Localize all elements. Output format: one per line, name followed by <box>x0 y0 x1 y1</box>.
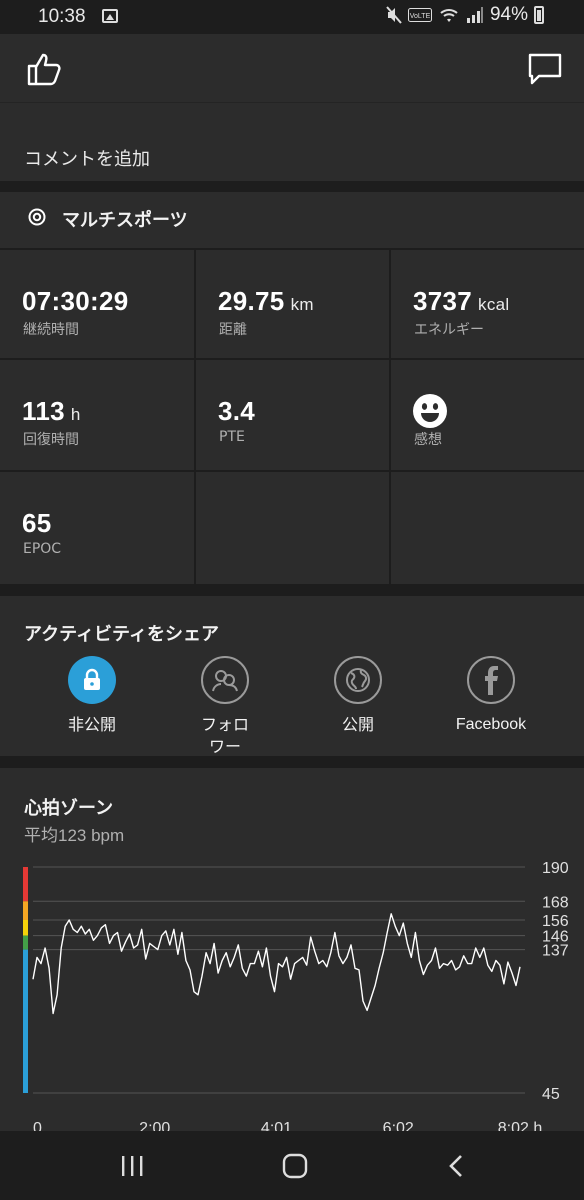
distance-label: 距離 <box>219 322 247 338</box>
energy-label: エネルギー <box>414 322 484 338</box>
energy-value: 3737 <box>413 286 473 316</box>
distance-unit: km <box>290 295 314 314</box>
x-tick-label: 8:02 h <box>498 1120 542 1131</box>
energy-unit: kcal <box>478 295 510 314</box>
battery-icon <box>534 6 544 24</box>
share-followers-label: フォロ ワー <box>200 715 249 756</box>
stat-epoc: 65 EPOC <box>0 472 196 584</box>
volte-icon: VoLTE <box>407 8 432 22</box>
share-public-label: 公開 <box>341 715 374 734</box>
heart-rate-title: 心拍ゾーン <box>24 798 114 819</box>
y-tick-label: 45 <box>542 1086 560 1103</box>
add-comment-placeholder: コメントを追加 <box>24 149 150 170</box>
status-time: 10:38 <box>38 6 86 27</box>
heart-rate-chart: 190168156146137450 2:00 4:01 6:02 8:02 h <box>23 860 569 1131</box>
heart-rate-average: 平均123 bpm <box>24 826 125 845</box>
share-activity-card: アクティビティをシェア 非公開 フォロ ワー 公開 Facebook <box>0 596 584 756</box>
y-tick-label: 168 <box>542 894 569 911</box>
status-right: VoLTE 94% <box>386 4 544 26</box>
recovery-value: 113 <box>22 396 65 426</box>
thumbs-up-icon[interactable] <box>26 51 64 87</box>
pte-value: 3.4 <box>218 396 256 426</box>
share-option-private[interactable]: 非公開 <box>27 656 157 736</box>
system-nav-bar <box>0 1131 584 1200</box>
stat-energy: 3737 kcal エネルギー <box>391 248 584 360</box>
stat-distance: 29.75 km 距離 <box>196 248 391 360</box>
hr-zone-bar <box>23 949 28 1093</box>
heart-rate-line <box>32 913 521 1015</box>
comment-icon[interactable] <box>528 53 562 85</box>
recovery-unit: h <box>70 405 81 424</box>
hr-zone-bar <box>23 935 28 950</box>
battery-percent: 94% <box>489 4 528 25</box>
facebook-icon <box>467 656 515 704</box>
activity-type-title: マルチスポーツ <box>62 210 188 231</box>
activity-summary-card: マルチスポーツ 07:30:29 継続時間 29.75 km 距離 3737 kca… <box>0 192 584 584</box>
activity-toolbar <box>0 34 584 102</box>
gallery-notification-icon <box>102 9 118 23</box>
duration-value: 07:30:29 <box>22 286 129 316</box>
pte-label: PTE <box>219 429 245 445</box>
duration-label: 継続時間 <box>23 322 79 338</box>
globe-icon <box>334 656 382 704</box>
back-icon[interactable] <box>448 1154 464 1178</box>
share-option-followers[interactable]: フォロ ワー <box>160 656 290 758</box>
recovery-label: 回復時間 <box>23 432 79 448</box>
share-title: アクティビティをシェア <box>24 624 219 645</box>
signal-icon <box>466 7 483 23</box>
hr-zone-bar <box>23 919 28 936</box>
share-private-label: 非公開 <box>67 715 116 734</box>
hr-zone-bar <box>23 867 28 902</box>
stat-pte: 3.4 PTE <box>196 360 391 472</box>
home-icon[interactable] <box>282 1153 308 1179</box>
followers-icon <box>201 656 249 704</box>
stat-recovery-time: 113 h 回復時間 <box>0 360 196 472</box>
y-tick-label: 156 <box>542 913 569 930</box>
svg-text:VoLTE: VoLTE <box>410 13 431 20</box>
share-option-public[interactable]: 公開 <box>293 656 423 736</box>
wifi-icon <box>440 9 458 22</box>
mute-icon <box>386 6 402 24</box>
smiley-face-icon <box>413 394 447 428</box>
recents-icon[interactable] <box>120 1155 144 1177</box>
stat-duration: 07:30:29 継続時間 <box>0 248 196 360</box>
share-facebook-label: Facebook <box>455 716 527 733</box>
x-tick-label: 6:02 <box>383 1120 414 1131</box>
stat-empty-1 <box>196 472 391 584</box>
epoc-value: 65 <box>22 508 52 538</box>
y-tick-label: 190 <box>542 860 569 877</box>
y-tick-label: 137 <box>542 943 569 960</box>
share-option-facebook[interactable]: Facebook <box>426 656 556 736</box>
stat-feeling: 感想 <box>391 360 584 472</box>
x-tick-label: 4:01 <box>261 1120 292 1131</box>
feeling-label: 感想 <box>414 432 442 448</box>
epoc-label: EPOC <box>23 541 62 557</box>
x-tick-label: 2:00 <box>139 1120 170 1131</box>
hr-zone-bar <box>23 901 28 920</box>
multisport-target-icon <box>28 208 46 226</box>
add-comment-field[interactable]: コメントを追加 <box>0 102 584 181</box>
status-bar: 10:38 VoLTE 94% <box>0 0 584 34</box>
distance-value: 29.75 <box>218 286 285 316</box>
x-tick-label: 0 <box>33 1120 42 1131</box>
lock-icon <box>68 656 116 704</box>
stat-empty-2 <box>391 472 584 584</box>
